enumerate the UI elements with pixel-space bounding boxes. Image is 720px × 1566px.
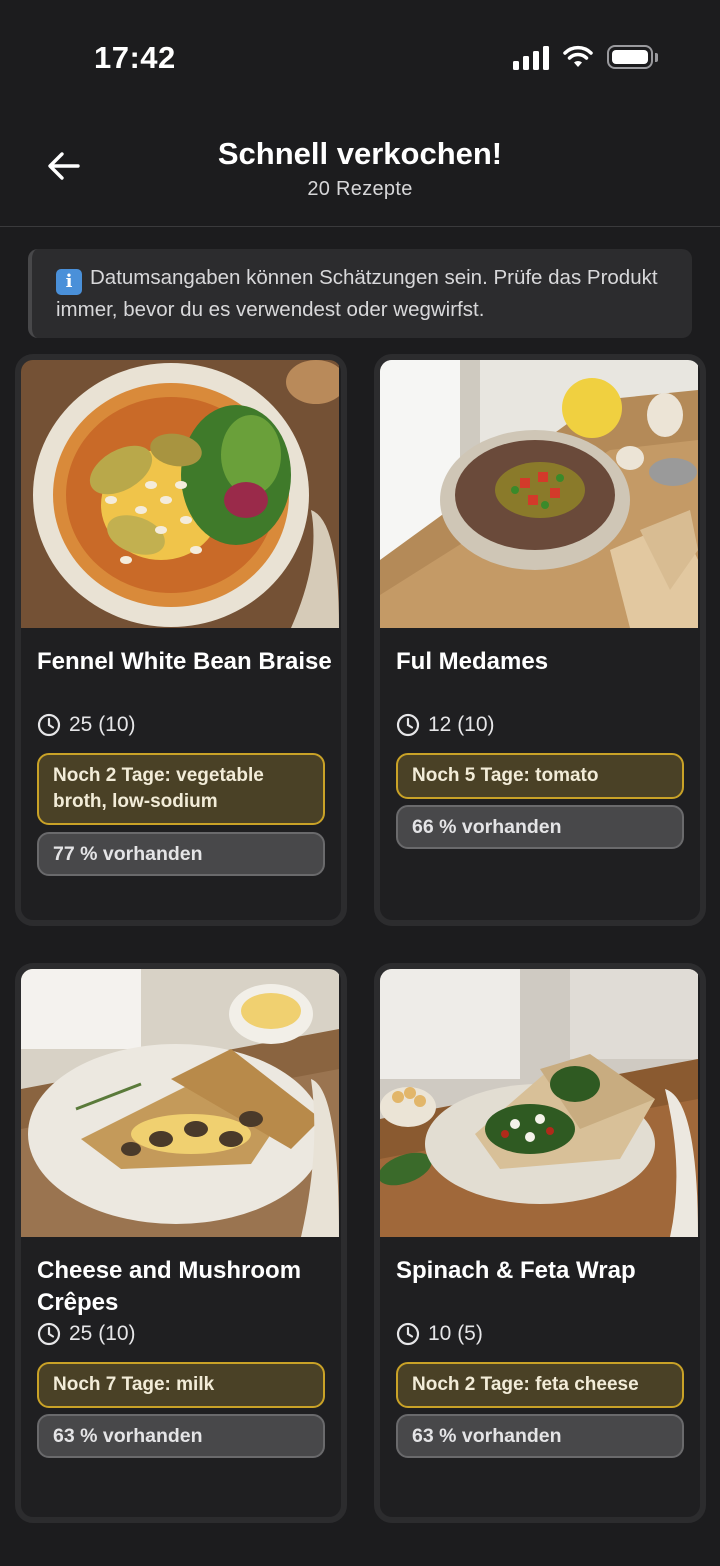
recipe-image-cheese-mushroom-crepes xyxy=(21,969,339,1237)
wifi-icon xyxy=(563,45,593,67)
info-banner-text: Datumsangaben können Schätzungen sein. P… xyxy=(56,266,658,321)
clock-icon xyxy=(37,713,61,737)
recipe-card[interactable]: Fennel White Bean Braise 25 (10) Noch 2 … xyxy=(15,354,347,926)
expiry-badge: Noch 7 Tage: milk xyxy=(37,1362,325,1408)
status-time: 17:42 xyxy=(94,40,176,75)
recipe-time-value: 10 (5) xyxy=(428,1322,483,1345)
availability-badge: 77 % vorhanden xyxy=(37,832,325,876)
clock-icon xyxy=(396,713,420,737)
status-icons xyxy=(513,44,658,70)
expiry-badge: Noch 2 Tage: vegetable broth, low-sodium xyxy=(37,753,325,825)
recipe-title: Fennel White Bean Braise xyxy=(37,648,332,675)
clock-icon xyxy=(396,1322,420,1346)
availability-badge: 63 % vorhanden xyxy=(396,1414,684,1458)
recipe-title: Spinach & Feta Wrap xyxy=(396,1257,636,1284)
recipe-time: 12 (10) xyxy=(396,713,495,737)
recipe-time: 10 (5) xyxy=(396,1322,483,1346)
recipe-time-value: 12 (10) xyxy=(428,713,495,736)
clock-icon xyxy=(37,1322,61,1346)
expiry-badge: Noch 2 Tage: feta cheese xyxy=(396,1362,684,1408)
availability-badge: 63 % vorhanden xyxy=(37,1414,325,1458)
recipe-image-ful-medames xyxy=(380,360,698,628)
recipe-image-spinach-feta-wrap xyxy=(380,969,698,1237)
info-banner: i Datumsangaben können Schätzungen sein. … xyxy=(28,249,692,338)
cellular-signal-icon xyxy=(513,44,549,70)
recipe-title: Cheese and Mushroom Crêpes xyxy=(37,1257,302,1316)
expiry-badge: Noch 5 Tage: tomato xyxy=(396,753,684,799)
recipe-time: 25 (10) xyxy=(37,713,136,737)
availability-badge: 66 % vorhanden xyxy=(396,805,684,849)
recipe-time: 25 (10) xyxy=(37,1322,136,1346)
recipe-card[interactable]: Spinach & Feta Wrap 10 (5) Noch 2 Tage: … xyxy=(374,963,706,1523)
page-title: Schnell verkochen! xyxy=(217,136,503,171)
recipe-image-fennel-bean-braise xyxy=(21,360,339,628)
recipe-card[interactable]: Ful Medames 12 (10) Noch 5 Tage: tomato … xyxy=(374,354,706,926)
recipe-title: Ful Medames xyxy=(396,648,549,675)
recipe-count: 20 Rezepte xyxy=(307,178,413,200)
nav-header: Schnell verkochen! 20 Rezepte xyxy=(0,110,720,227)
recipe-time-value: 25 (10) xyxy=(69,713,136,736)
recipe-card[interactable]: Cheese and Mushroom Crêpes 25 (10) Noch … xyxy=(15,963,347,1523)
info-icon: i xyxy=(56,269,82,295)
recipe-time-value: 25 (10) xyxy=(69,1322,136,1345)
battery-icon xyxy=(607,45,658,69)
status-bar: 17:42 xyxy=(0,0,720,110)
